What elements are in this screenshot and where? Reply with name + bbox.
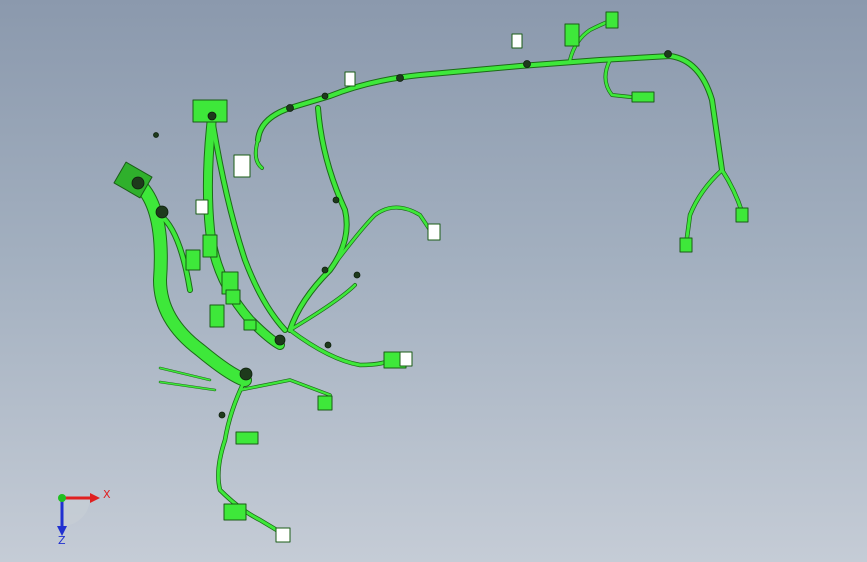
y-axis-dot bbox=[58, 494, 66, 502]
connector-bottom-end bbox=[275, 527, 291, 543]
connector-right-3 bbox=[399, 351, 413, 367]
connector-left-small bbox=[195, 199, 209, 215]
clip-9 bbox=[239, 367, 253, 381]
connector-far-right-1 bbox=[679, 237, 693, 253]
clip-4 bbox=[664, 50, 672, 58]
clip-6 bbox=[332, 196, 340, 204]
z-axis-label: Z bbox=[58, 534, 66, 547]
cad-viewport[interactable] bbox=[0, 0, 867, 562]
connector-block-d bbox=[225, 289, 241, 305]
clip-3 bbox=[523, 60, 531, 68]
connector-right-1 bbox=[427, 223, 441, 241]
connector-upper-mid bbox=[564, 23, 580, 47]
connector-mid-1 bbox=[317, 395, 333, 411]
connector-block-a bbox=[202, 234, 218, 258]
clip-14 bbox=[155, 205, 169, 219]
triad-backdrop bbox=[62, 498, 90, 526]
connector-block-f bbox=[243, 319, 257, 331]
connector-far-right-2 bbox=[735, 207, 749, 223]
clip-10 bbox=[274, 334, 286, 346]
label-tag bbox=[233, 154, 251, 178]
clip-2 bbox=[396, 74, 404, 82]
connector-mid-2 bbox=[235, 431, 259, 445]
connectors bbox=[113, 11, 749, 543]
connector-upper-right bbox=[605, 11, 619, 29]
clip-15 bbox=[207, 111, 217, 121]
connector-upper-right-2 bbox=[631, 91, 655, 103]
clip-7 bbox=[353, 271, 361, 279]
x-axis-head bbox=[90, 493, 100, 503]
clip-8 bbox=[321, 266, 329, 274]
connector-mid-top bbox=[344, 71, 356, 87]
connector-block-e bbox=[209, 304, 225, 328]
clip-5 bbox=[321, 92, 329, 100]
clip-12 bbox=[324, 341, 332, 349]
x-axis-label: X bbox=[103, 488, 111, 501]
wire-harness[interactable] bbox=[113, 11, 749, 543]
right-branch bbox=[683, 167, 725, 248]
axis-triad: X Z bbox=[40, 478, 120, 548]
clip-16 bbox=[153, 132, 159, 138]
clip-1 bbox=[286, 104, 294, 112]
left-trunk-2 bbox=[209, 115, 288, 333]
clip-11 bbox=[218, 411, 226, 419]
connector-top-small bbox=[511, 33, 523, 49]
connector-block-b bbox=[185, 249, 201, 271]
clip-13 bbox=[131, 176, 145, 190]
connector-bottom bbox=[223, 503, 247, 521]
